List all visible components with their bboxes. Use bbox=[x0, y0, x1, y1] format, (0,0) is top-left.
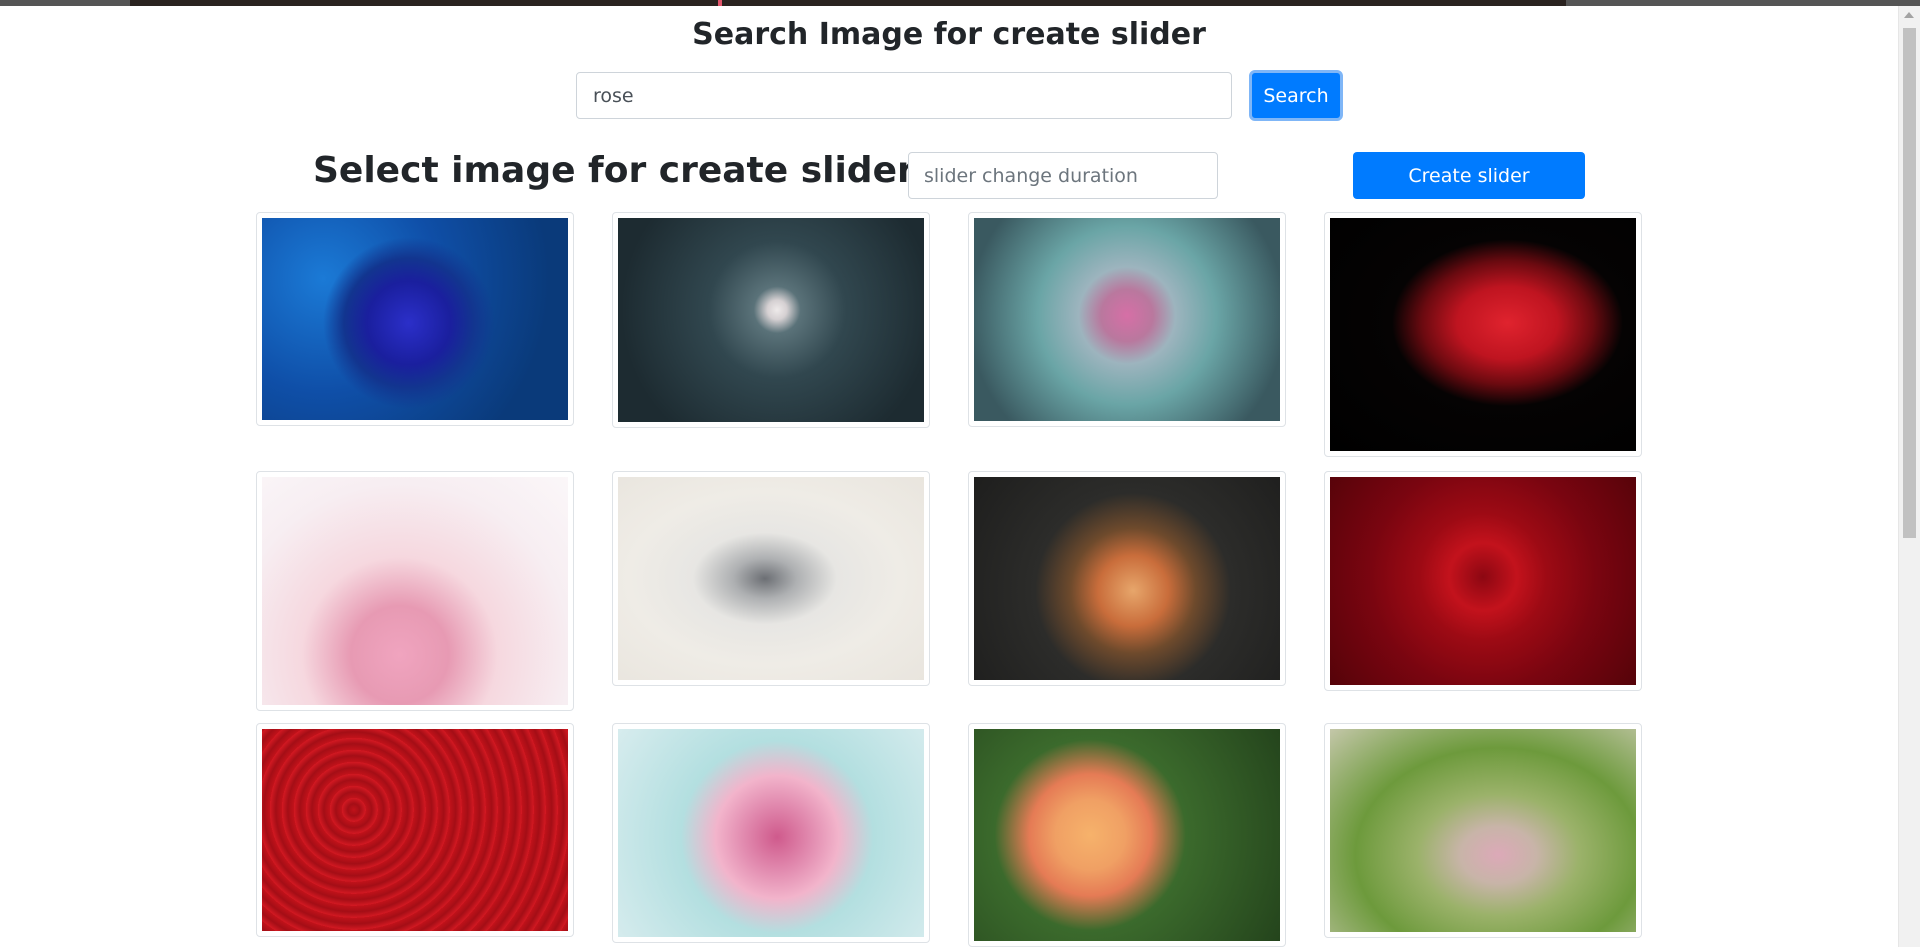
gallery-image-card[interactable] bbox=[256, 471, 574, 711]
gallery-image-card[interactable] bbox=[612, 723, 930, 943]
scrollbar-thumb[interactable] bbox=[1903, 28, 1916, 538]
gallery-image-card[interactable] bbox=[968, 212, 1286, 427]
gallery-image-card[interactable] bbox=[612, 471, 930, 686]
rose-image bbox=[262, 729, 568, 931]
rose-image bbox=[262, 218, 568, 420]
section-heading: Select image for create slider bbox=[313, 150, 915, 191]
rose-image bbox=[1330, 477, 1636, 685]
rose-image bbox=[1330, 218, 1636, 451]
page-title: Search Image for create slider bbox=[692, 17, 1206, 52]
search-input[interactable] bbox=[576, 72, 1232, 119]
tab-strip-segment bbox=[1566, 0, 1920, 6]
search-button[interactable]: Search bbox=[1249, 70, 1343, 121]
rose-image bbox=[618, 729, 924, 937]
slider-duration-input[interactable] bbox=[908, 152, 1218, 199]
tab-strip-segment bbox=[0, 0, 130, 6]
rose-image bbox=[618, 218, 924, 422]
gallery-image-card[interactable] bbox=[968, 471, 1286, 686]
gallery-image-card[interactable] bbox=[612, 212, 930, 428]
rose-image bbox=[974, 218, 1280, 421]
vertical-scrollbar[interactable] bbox=[1898, 6, 1920, 947]
gallery-image-card[interactable] bbox=[256, 212, 574, 426]
gallery-image-card[interactable] bbox=[1324, 471, 1642, 691]
gallery-image-card[interactable] bbox=[256, 723, 574, 937]
rose-image bbox=[974, 477, 1280, 680]
rose-image bbox=[618, 477, 924, 680]
scroll-up-arrow-icon[interactable] bbox=[1904, 12, 1914, 18]
rose-image bbox=[262, 477, 568, 705]
browser-top-strip bbox=[0, 0, 1920, 6]
tab-strip-indicator bbox=[718, 0, 722, 6]
rose-image bbox=[974, 729, 1280, 941]
gallery-image-card[interactable] bbox=[968, 723, 1286, 947]
create-slider-button[interactable]: Create slider bbox=[1353, 152, 1585, 199]
gallery-image-card[interactable] bbox=[1324, 212, 1642, 457]
rose-image bbox=[1330, 729, 1636, 932]
gallery-image-card[interactable] bbox=[1324, 723, 1642, 938]
